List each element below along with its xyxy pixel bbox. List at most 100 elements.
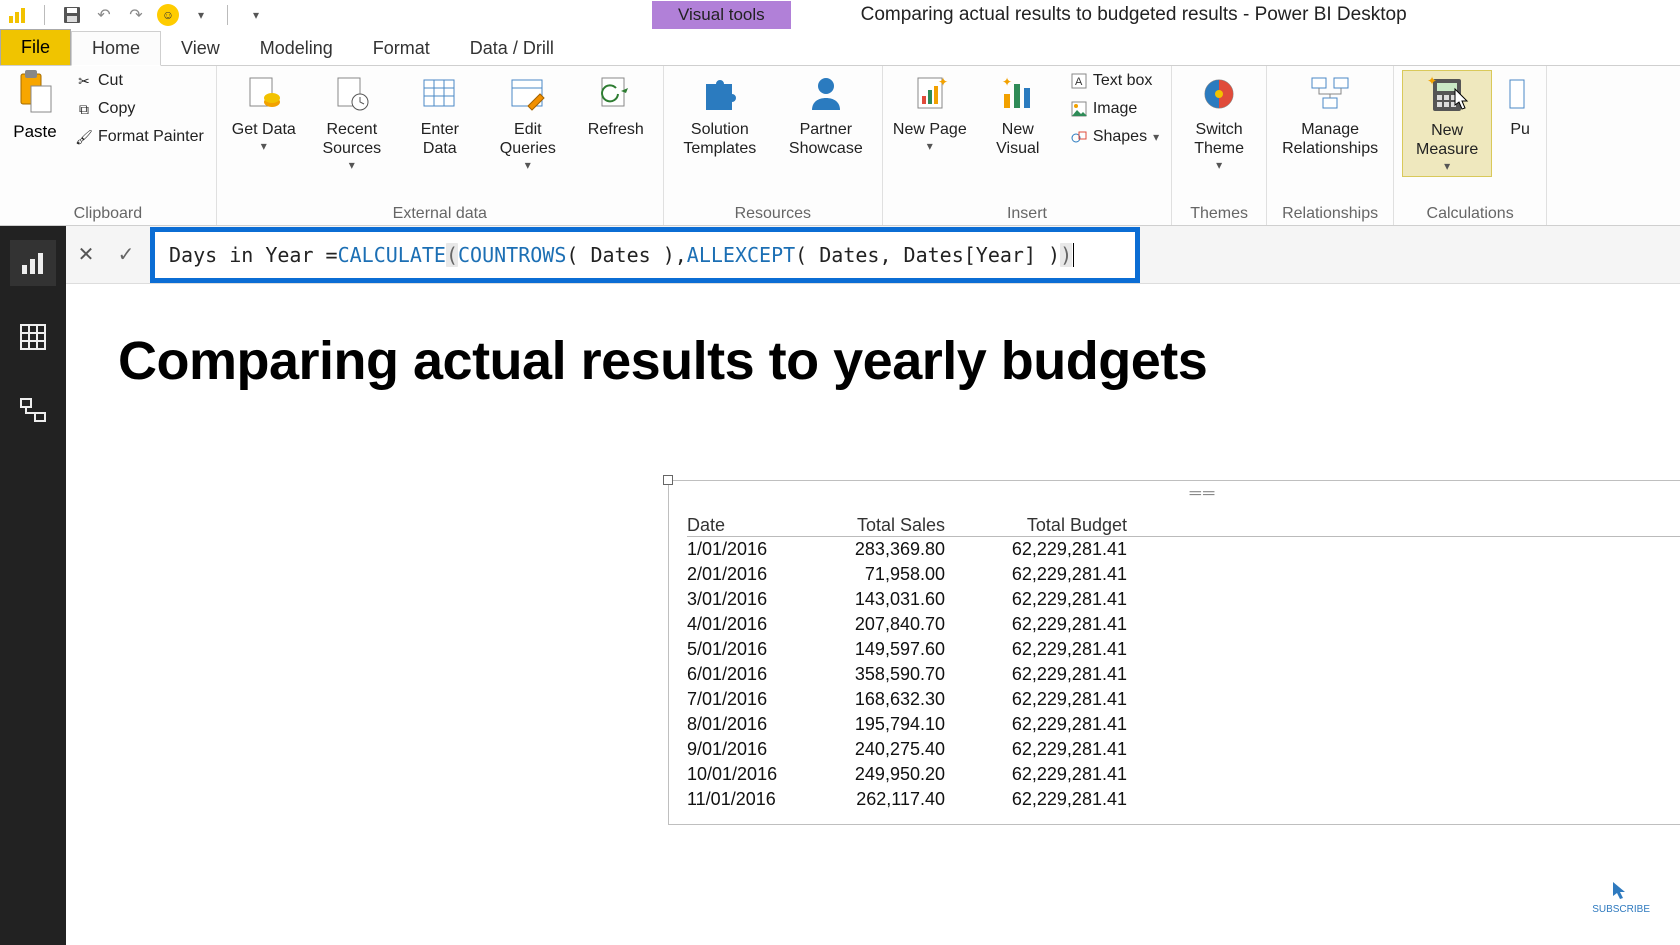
report-canvas[interactable]: Comparing actual results to yearly budge… xyxy=(78,300,1680,945)
tok-allexcept: ALLEXCEPT xyxy=(687,243,795,267)
cell-budget: 62,229,281.41 xyxy=(967,689,1127,710)
col-date[interactable]: Date xyxy=(687,515,817,536)
column-icon xyxy=(1498,72,1542,116)
redo-icon[interactable]: ↷ xyxy=(125,4,147,26)
cell-budget: 62,229,281.41 xyxy=(967,739,1127,760)
formula-commit-button[interactable]: ✓ xyxy=(106,235,146,275)
col-total-budget[interactable]: Total Budget xyxy=(967,515,1127,536)
subscribe-badge[interactable]: SUBSCRIBE xyxy=(1592,878,1650,915)
tab-home[interactable]: Home xyxy=(71,31,161,66)
paste-button[interactable]: Paste xyxy=(8,70,62,142)
table-row[interactable]: 7/01/2016168,632.3062,229,281.41 xyxy=(687,687,1680,712)
quick-access-toolbar: ↶ ↷ ☺ xyxy=(0,4,272,26)
nav-data-view[interactable] xyxy=(10,314,56,360)
switch-theme-button[interactable]: Switch Theme xyxy=(1180,70,1258,175)
refresh-button[interactable]: Refresh xyxy=(577,70,655,141)
tab-modeling[interactable]: Modeling xyxy=(240,32,353,65)
cursor-icon xyxy=(1453,87,1473,113)
cell-budget: 62,229,281.41 xyxy=(967,614,1127,635)
partial-button[interactable]: Pu xyxy=(1502,70,1538,141)
tab-view[interactable]: View xyxy=(161,32,240,65)
resize-handle-icon[interactable] xyxy=(663,475,673,485)
table-row[interactable]: 11/01/2016262,117.4062,229,281.41 xyxy=(687,787,1680,812)
edit-queries-button[interactable]: Edit Queries xyxy=(489,70,567,175)
cell-budget: 62,229,281.41 xyxy=(967,639,1127,660)
enter-data-button[interactable]: Enter Data xyxy=(401,70,479,160)
tok-calculate: CALCULATE xyxy=(338,243,446,267)
app-icon xyxy=(6,4,28,26)
copy-button[interactable]: ⧉Copy xyxy=(72,98,208,120)
table-row[interactable]: 10/01/2016249,950.2062,229,281.41 xyxy=(687,762,1680,787)
ribbon-tabstrip: File Home View Modeling Format Data / Dr… xyxy=(0,30,1680,66)
partner-showcase-button[interactable]: Partner Showcase xyxy=(778,70,874,160)
copy-icon: ⧉ xyxy=(76,101,92,117)
save-icon[interactable] xyxy=(61,4,83,26)
cell-date: 4/01/2016 xyxy=(687,614,817,635)
fade-overlay xyxy=(78,915,1680,945)
feedback-icon[interactable]: ☺ xyxy=(157,4,179,26)
cell-budget: 62,229,281.41 xyxy=(967,764,1127,785)
tab-format[interactable]: Format xyxy=(353,32,450,65)
new-visual-button[interactable]: ✦New Visual xyxy=(979,70,1057,160)
tab-data-drill[interactable]: Data / Drill xyxy=(450,32,574,65)
manage-relationships-button[interactable]: Manage Relationships xyxy=(1275,70,1385,160)
group-label-resources: Resources xyxy=(672,201,874,223)
table-header-row: Date Total Sales Total Budget xyxy=(687,515,1680,537)
recent-sources-button[interactable]: Recent Sources xyxy=(313,70,391,175)
image-button[interactable]: Image xyxy=(1067,98,1163,120)
table-row[interactable]: 6/01/2016358,590.7062,229,281.41 xyxy=(687,662,1680,687)
svg-text:A: A xyxy=(1075,76,1083,88)
formula-bar: ✕ ✓ Days in Year = CALCULATE ( COUNTROWS… xyxy=(66,226,1680,284)
paren-close-highlight: ) xyxy=(1060,243,1072,267)
cut-button[interactable]: ✂Cut xyxy=(72,70,208,92)
group-label-themes: Themes xyxy=(1180,201,1258,223)
paren-open-highlight: ( xyxy=(446,243,458,267)
qat-customize-icon[interactable] xyxy=(244,4,266,26)
table-row[interactable]: 1/01/2016283,369.8062,229,281.41 xyxy=(687,537,1680,562)
tab-file[interactable]: File xyxy=(0,29,71,65)
cell-date: 3/01/2016 xyxy=(687,589,817,610)
table-row[interactable]: 3/01/2016143,031.6062,229,281.41 xyxy=(687,587,1680,612)
get-data-button[interactable]: Get Data xyxy=(225,70,303,156)
image-icon xyxy=(1071,101,1087,117)
cell-sales: 195,794.10 xyxy=(817,714,967,735)
group-label-calculations: Calculations xyxy=(1402,201,1538,223)
solution-templates-button[interactable]: Solution Templates xyxy=(672,70,768,160)
table-row[interactable]: 9/01/2016240,275.4062,229,281.41 xyxy=(687,737,1680,762)
subscribe-cursor-icon xyxy=(1609,878,1633,902)
person-icon xyxy=(804,72,848,116)
group-label-external: External data xyxy=(225,201,655,223)
col-total-sales[interactable]: Total Sales xyxy=(817,515,967,536)
edit-queries-icon xyxy=(506,72,550,116)
feedback-dropdown-icon[interactable] xyxy=(189,4,211,26)
page-title: Comparing actual results to yearly budge… xyxy=(78,300,1680,412)
table-row[interactable]: 5/01/2016149,597.6062,229,281.41 xyxy=(687,637,1680,662)
new-page-button[interactable]: ✦New Page xyxy=(891,70,969,156)
cell-date: 10/01/2016 xyxy=(687,764,817,785)
textbox-icon: A xyxy=(1071,73,1087,89)
new-measure-button[interactable]: ✦ New Measure xyxy=(1402,70,1492,177)
group-insert: ✦New Page ✦New Visual AText box Image Sh… xyxy=(883,66,1172,225)
contextual-tab-visual-tools[interactable]: Visual tools xyxy=(652,1,791,29)
nav-model-view[interactable] xyxy=(10,388,56,434)
format-painter-button[interactable]: 🖌Format Painter xyxy=(72,126,208,148)
data-table: Date Total Sales Total Budget 1/01/20162… xyxy=(687,515,1680,812)
table-row[interactable]: 4/01/2016207,840.7062,229,281.41 xyxy=(687,612,1680,637)
shapes-button[interactable]: Shapes xyxy=(1067,126,1163,148)
undo-icon[interactable]: ↶ xyxy=(93,4,115,26)
table-visual[interactable]: ══ Date Total Sales Total Budget 1/01/20… xyxy=(668,480,1680,825)
formula-input[interactable]: Days in Year = CALCULATE ( COUNTROWS ( D… xyxy=(150,227,1140,283)
table-row[interactable]: 2/01/201671,958.0062,229,281.41 xyxy=(687,562,1680,587)
visual-drag-grip-icon[interactable]: ══ xyxy=(1190,485,1217,503)
table-row[interactable]: 8/01/2016195,794.1062,229,281.41 xyxy=(687,712,1680,737)
cell-sales: 358,590.70 xyxy=(817,664,967,685)
nav-report-view[interactable] xyxy=(10,240,56,286)
cell-sales: 168,632.30 xyxy=(817,689,967,710)
cell-date: 9/01/2016 xyxy=(687,739,817,760)
cell-budget: 62,229,281.41 xyxy=(967,789,1127,810)
cell-date: 7/01/2016 xyxy=(687,689,817,710)
text-box-button[interactable]: AText box xyxy=(1067,70,1163,92)
window-title: Comparing actual results to budgeted res… xyxy=(861,4,1407,26)
formula-cancel-button[interactable]: ✕ xyxy=(66,235,106,275)
cell-sales: 262,117.40 xyxy=(817,789,967,810)
